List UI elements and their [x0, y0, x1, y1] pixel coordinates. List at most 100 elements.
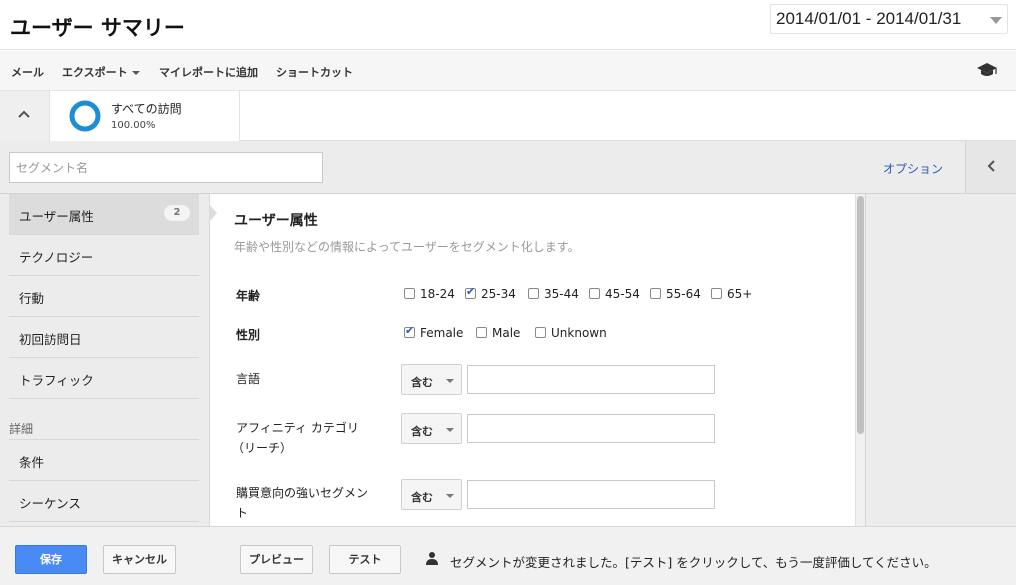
age-checkbox-25-34[interactable]: 25-34	[465, 285, 516, 301]
collapse-segments-button[interactable]	[0, 91, 50, 141]
in-market-input[interactable]	[467, 480, 715, 509]
nav-item-conditions[interactable]: 条件	[9, 440, 199, 481]
age-checkbox-65-plus[interactable]: 65+	[711, 287, 752, 301]
caret-down-icon	[446, 494, 454, 498]
shortcut-label: ショートカット	[276, 66, 353, 79]
options-link[interactable]: オプション	[883, 160, 943, 177]
in-market-match-select[interactable]: 含む	[401, 479, 462, 510]
section-title: ユーザー属性	[234, 213, 318, 229]
status-message: セグメントが変更されました。[テスト] をクリックして、もう一度評価してください…	[450, 555, 937, 570]
checkbox-label: 18-24	[420, 287, 455, 301]
gender-label: 性別	[236, 328, 261, 342]
segment-ring-icon	[69, 100, 101, 132]
age-checkbox-35-44[interactable]: 35-44	[528, 287, 579, 301]
language-label: 言語	[236, 372, 261, 386]
caret-down-icon	[131, 71, 140, 75]
segment-percent: 100.00%	[111, 120, 156, 131]
affinity-label-suffix: （リーチ）	[232, 441, 293, 455]
chevron-down-icon	[990, 17, 1002, 24]
gender-checkbox-female[interactable]: Female	[404, 324, 464, 340]
nav-item-label: トラフィック	[19, 373, 94, 388]
nav-item-first-visit-date[interactable]: 初回訪問日	[9, 317, 199, 358]
save-button[interactable]: 保存	[15, 545, 87, 574]
nav-item-label: ユーザー属性	[19, 209, 94, 224]
demographics-panel: ユーザー属性 年齢や性別などの情報によってユーザーをセグメント化します。 年齢 …	[209, 194, 856, 526]
checkbox-icon	[528, 288, 539, 299]
segment-card-all-visits[interactable]: すべての訪問 100.00%	[50, 91, 240, 141]
age-checkbox-18-24[interactable]: 18-24	[404, 287, 455, 301]
nav-item-demographics[interactable]: ユーザー属性 2	[9, 194, 199, 235]
side-gutter	[865, 194, 1016, 526]
page-title: ユーザー サマリー	[10, 16, 185, 40]
language-match-select[interactable]: 含む	[401, 364, 462, 395]
nav-item-behavior[interactable]: 行動	[9, 276, 199, 317]
graduation-cap-icon[interactable]	[976, 61, 998, 79]
nav-item-label: 行動	[19, 291, 45, 306]
age-checkbox-55-64[interactable]: 55-64	[650, 287, 701, 301]
select-value: 含む	[411, 491, 433, 504]
chevron-up-icon	[18, 110, 30, 118]
checkbox-icon	[589, 288, 600, 299]
checkbox-label: 55-64	[666, 287, 701, 301]
select-value: 含む	[411, 376, 433, 389]
email-button[interactable]: メール	[11, 64, 44, 80]
checkbox-label: 45-54	[605, 287, 640, 301]
chevron-left-icon	[987, 160, 995, 172]
age-checkbox-45-54[interactable]: 45-54	[589, 287, 640, 301]
checkbox-label: Unknown	[551, 326, 607, 340]
segment-name: すべての訪問	[111, 102, 182, 116]
count-badge: 2	[164, 205, 190, 221]
add-to-dashboard-button[interactable]: マイレポートに追加	[159, 64, 258, 80]
section-description: 年齢や性別などの情報によってユーザーをセグメント化します。	[234, 240, 580, 254]
checkbox-icon	[711, 288, 722, 299]
segment-editor: オプション ユーザー属性 2 テクノロジー 行動 初回訪問日 トラフィック 詳細…	[0, 141, 1016, 526]
checkbox-icon	[535, 327, 546, 338]
nav-item-sequences[interactable]: シーケンス	[9, 481, 199, 522]
scrollbar[interactable]	[855, 194, 865, 526]
select-value: 含む	[411, 425, 433, 438]
cancel-button[interactable]: キャンセル	[103, 545, 176, 574]
segment-name-input[interactable]	[9, 152, 323, 183]
email-label: メール	[11, 66, 44, 79]
test-button[interactable]: テスト	[329, 545, 401, 574]
affinity-label: アフィニティ カテゴリ	[236, 421, 359, 435]
caret-down-icon	[446, 379, 454, 383]
checkbox-icon	[404, 288, 415, 299]
checkbox-icon	[650, 288, 661, 299]
advanced-section-heading: 詳細	[9, 422, 34, 436]
nav-item-label: テクノロジー	[19, 250, 94, 265]
segment-bar: すべての訪問 100.00%	[0, 91, 1016, 141]
nav-item-label: 初回訪問日	[19, 332, 82, 347]
checkbox-checked-icon	[465, 285, 476, 299]
in-market-label: 購買意向の強いセグメン	[236, 486, 369, 500]
add-to-dashboard-label: マイレポートに追加	[159, 66, 258, 79]
checkbox-label: Female	[420, 326, 464, 340]
active-nav-pointer	[209, 204, 217, 222]
checkbox-label: 35-44	[544, 287, 579, 301]
nav-item-traffic[interactable]: トラフィック	[9, 358, 199, 399]
checkbox-label: 25-34	[481, 287, 516, 301]
caret-down-icon	[446, 428, 454, 432]
nav-item-label: 条件	[19, 455, 45, 470]
export-button[interactable]: エクスポート	[62, 64, 140, 80]
shortcut-button[interactable]: ショートカット	[276, 64, 353, 80]
gender-checkbox-male[interactable]: Male	[476, 326, 520, 340]
nav-item-label: シーケンス	[19, 496, 81, 511]
in-market-label-suffix: ト	[236, 506, 249, 520]
affinity-match-select[interactable]: 含む	[401, 413, 462, 444]
preview-button[interactable]: プレビュー	[240, 545, 313, 574]
page-header: ユーザー サマリー 2014/01/01 - 2014/01/31	[0, 0, 1016, 50]
collapse-panel-button[interactable]	[965, 141, 1016, 194]
checkbox-icon	[476, 327, 487, 338]
segment-category-nav: ユーザー属性 2 テクノロジー 行動 初回訪問日 トラフィック 詳細 条件 シー…	[0, 194, 209, 526]
nav-item-technology[interactable]: テクノロジー	[9, 235, 199, 276]
gender-checkbox-unknown[interactable]: Unknown	[535, 326, 607, 340]
scrollbar-thumb[interactable]	[857, 196, 864, 434]
age-label: 年齢	[236, 289, 261, 303]
date-range-text: 2014/01/01 - 2014/01/31	[776, 9, 962, 28]
checkbox-label: Male	[492, 326, 521, 340]
checkbox-checked-icon	[404, 324, 415, 338]
affinity-input[interactable]	[467, 414, 715, 443]
language-input[interactable]	[467, 365, 715, 394]
date-range-picker[interactable]: 2014/01/01 - 2014/01/31	[770, 4, 1008, 34]
